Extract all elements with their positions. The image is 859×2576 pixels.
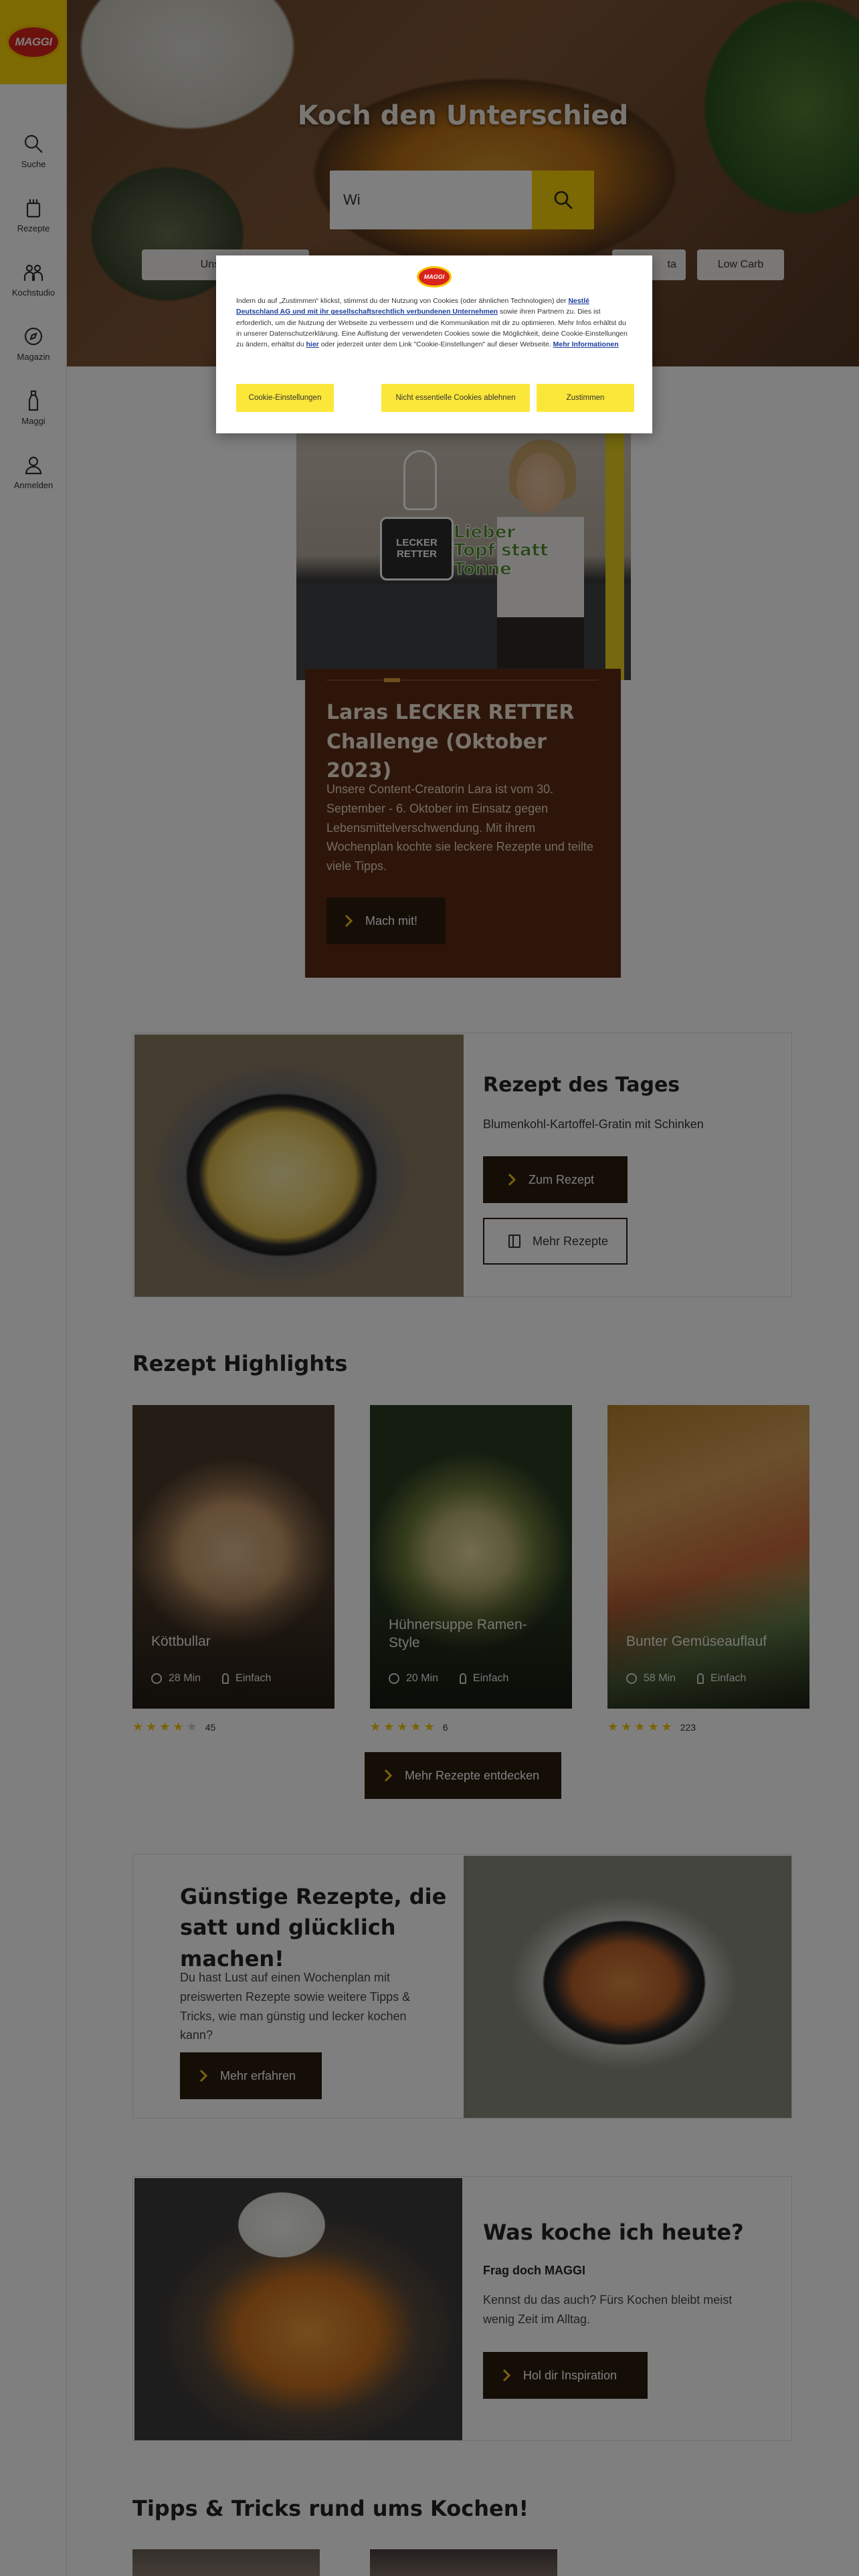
cookie-text-part: Indem du auf „Zustimmen“ klickst, stimms…: [236, 297, 569, 305]
maggi-logo: MAGGI: [417, 266, 452, 288]
accept-cookies-button[interactable]: Zustimmen: [537, 384, 634, 412]
mehr-informationen-link[interactable]: Mehr Informationen: [553, 340, 619, 348]
cookie-consent-dialog: MAGGI Indem du auf „Zustimmen“ klickst, …: [216, 255, 652, 433]
reject-cookies-button[interactable]: Nicht essentielle Cookies ablehnen: [381, 384, 530, 412]
cookie-settings-button[interactable]: Cookie-Einstellungen: [236, 384, 334, 412]
cookie-text-part: oder jederzeit unter dem Link "Cookie-Ei…: [318, 340, 553, 349]
hier-link[interactable]: hier: [306, 340, 318, 348]
cookie-text: Indem du auf „Zustimmen“ klickst, stimms…: [236, 296, 632, 350]
